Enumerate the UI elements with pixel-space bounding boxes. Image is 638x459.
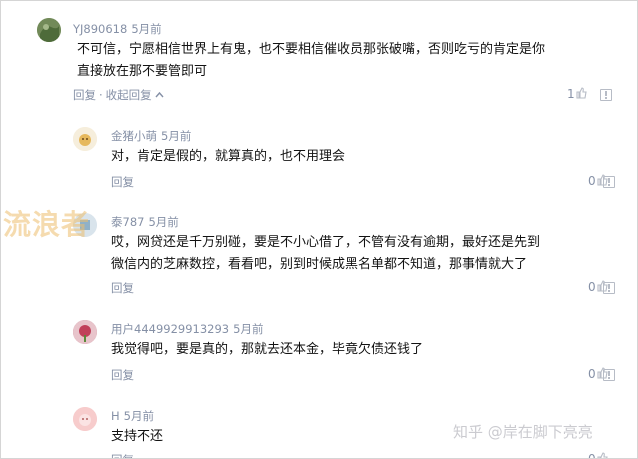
avatar-image — [73, 407, 97, 431]
comment-author[interactable]: H — [111, 409, 120, 423]
chevron-up-icon[interactable] — [155, 88, 164, 102]
report-flag-icon[interactable] — [600, 89, 612, 101]
comment-author[interactable]: 泰787 — [111, 215, 144, 229]
like-count: 0 — [588, 280, 596, 294]
source-watermark: 知乎 @岸在脚下亮亮 — [453, 423, 593, 441]
collapse-replies-link[interactable]: 收起回复 — [106, 88, 152, 102]
thumb-up-icon[interactable] — [575, 87, 587, 101]
comment-text-line: 微信内的芝麻数控，看看吧，别到时候成黑名单都不知道，那事情就大了 — [111, 257, 528, 272]
reply-link[interactable]: 回复 — [111, 368, 134, 382]
comment-time: 5月前 — [233, 322, 264, 336]
reply-link[interactable]: 回复 — [111, 175, 134, 189]
like-count: 0 — [588, 367, 596, 381]
comment-text-line: 不可信，宁愿相信世界上有鬼，也不要相信催收员那张破嘴，否则吃亏的肯定是你 — [77, 42, 546, 57]
comment-author[interactable]: YJ890618 — [73, 22, 127, 36]
comment-thread: YJ890618 5月前 不可信，宁愿相信世界上有鬼，也不要相信催收员那张破嘴，否… — [0, 0, 638, 459]
comment-text-line: 对，肯定是假的，就算真的，也不用理会 — [111, 149, 346, 164]
reply-link[interactable]: 回复 — [111, 281, 134, 295]
like-count: 1 — [567, 87, 575, 101]
comment-time: 5月前 — [148, 215, 179, 229]
comment-text-line: 哎，网贷还是千万别碰，要是不小心借了，不管有没有逾期，最好还是先到 — [111, 235, 541, 250]
report-flag-icon[interactable] — [603, 176, 615, 188]
comment-time: 5月前 — [131, 22, 162, 36]
comment-text: 不可信，宁愿相信世界上有鬼，也不要相信催收员那张破嘴，否则吃亏的肯定是你 直接放… — [77, 39, 597, 83]
avatar[interactable] — [73, 320, 97, 344]
comment-author[interactable]: 金猪小萌 — [111, 129, 157, 143]
thumb-up-icon[interactable] — [596, 452, 608, 458]
report-flag-icon[interactable] — [603, 282, 615, 294]
comment-time: 5月前 — [123, 409, 154, 423]
avatar[interactable] — [73, 407, 97, 431]
avatar-image — [37, 18, 61, 42]
avatar-image — [73, 320, 97, 344]
reply-link[interactable]: 回复 — [73, 88, 96, 102]
avatar-image — [73, 127, 97, 151]
reply-link[interactable]: 回复 — [111, 453, 134, 458]
comment-text-line: 直接放在那不要管即可 — [77, 64, 208, 79]
watermark-text: 流浪者 — [3, 208, 91, 241]
comment-text: 对，肯定是假的，就算真的，也不用理会 — [111, 146, 591, 168]
like-button[interactable]: 1 — [567, 87, 587, 101]
report-flag-icon[interactable] — [603, 369, 615, 381]
comment-text-line: 我觉得吧，要是真的，那就去还本金，毕竟欠债还钱了 — [111, 342, 424, 357]
comment-text: 支持不还 — [111, 426, 411, 448]
comment-text-line: 支持不还 — [111, 429, 164, 444]
like-button[interactable]: 0 — [588, 452, 608, 459]
like-count: 0 — [588, 452, 596, 459]
comment-text: 哎，网贷还是千万别碰，要是不小心借了，不管有没有逾期，最好还是先到 微信内的芝麻… — [111, 232, 601, 276]
comment-time: 5月前 — [161, 129, 192, 143]
comment-author[interactable]: 用户4449929913293 — [111, 322, 229, 336]
avatar[interactable] — [73, 127, 97, 151]
like-count: 0 — [588, 174, 596, 188]
comment-text: 我觉得吧，要是真的，那就去还本金，毕竟欠债还钱了 — [111, 339, 591, 361]
avatar[interactable] — [37, 18, 61, 42]
